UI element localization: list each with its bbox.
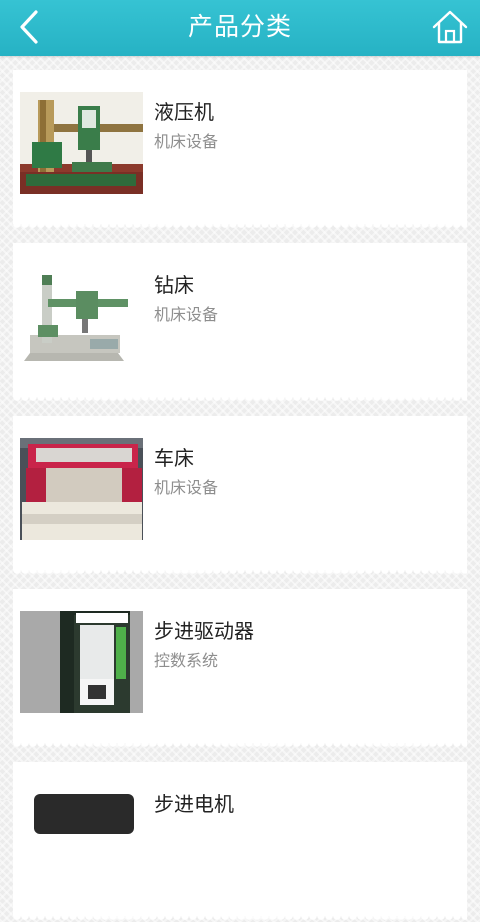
product-title: 车床 xyxy=(154,446,194,470)
product-subtitle: 机床设备 xyxy=(154,478,219,497)
product-subtitle: 机床设备 xyxy=(154,132,219,151)
product-card-3[interactable]: 车床 机床设备 xyxy=(13,416,467,576)
product-image-1 xyxy=(20,92,143,194)
home-button[interactable] xyxy=(428,6,472,50)
product-card-5[interactable]: 步进电机 xyxy=(13,762,467,922)
home-icon xyxy=(432,10,468,44)
product-title: 步进电机 xyxy=(154,792,234,816)
product-title: 液压机 xyxy=(154,100,214,124)
product-image-2 xyxy=(20,265,143,367)
product-image-5 xyxy=(20,784,143,886)
product-image-4 xyxy=(20,611,143,713)
product-card-1[interactable]: 液压机 机床设备 xyxy=(13,70,467,230)
product-subtitle: 控数系统 xyxy=(154,651,219,670)
product-title: 步进驱动器 xyxy=(154,619,254,643)
page-title: 产品分类 xyxy=(187,12,292,41)
product-card-2[interactable]: 钻床 机床设备 xyxy=(13,243,467,403)
product-title: 钻床 xyxy=(154,273,194,297)
top-bar: 产品分类 xyxy=(0,0,480,56)
product-card-4[interactable]: 步进驱动器 控数系统 xyxy=(13,589,467,749)
product-subtitle: 机床设备 xyxy=(154,305,219,324)
product-image-3 xyxy=(20,438,143,540)
